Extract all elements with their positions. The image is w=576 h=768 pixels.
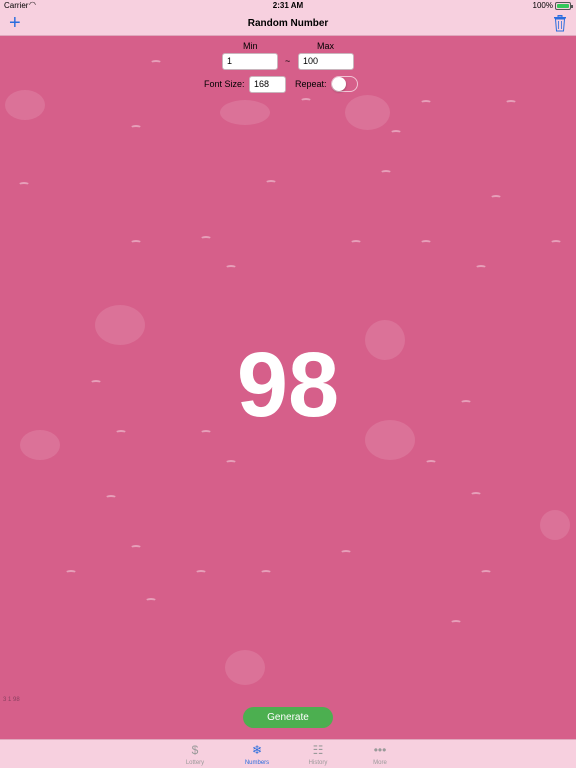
page-title: Random Number bbox=[247, 18, 329, 29]
range-controls: Min Max 1 ~ 100 Font Size: 168 Repeat: bbox=[0, 36, 576, 96]
random-number-display: 98 bbox=[236, 334, 340, 436]
tab-label: History bbox=[308, 760, 328, 766]
tab-history[interactable]: ☷ History bbox=[288, 740, 348, 768]
tab-lottery[interactable]: $ Lottery bbox=[165, 740, 225, 768]
font-size-label: Font Size: bbox=[204, 79, 245, 89]
min-label: Min bbox=[243, 41, 258, 51]
clock-label: 2:31 AM bbox=[272, 1, 304, 10]
min-input[interactable]: 1 bbox=[222, 53, 278, 70]
tab-more[interactable]: ••• More bbox=[350, 740, 410, 768]
max-label: Max bbox=[317, 41, 335, 51]
dollar-icon: $ bbox=[191, 743, 199, 757]
max-input[interactable]: 100 bbox=[298, 53, 354, 70]
battery-percent: 100% bbox=[532, 1, 553, 10]
tab-bar: $ Lottery ❄ Numbers ☷ History ••• More bbox=[0, 739, 576, 768]
trash-icon[interactable] bbox=[553, 15, 567, 32]
tab-label: Lottery bbox=[185, 760, 205, 766]
repeat-toggle[interactable] bbox=[331, 76, 358, 92]
debug-text: 3 1 98 bbox=[3, 697, 20, 703]
range-separator: ~ bbox=[285, 56, 291, 66]
battery-icon bbox=[555, 2, 573, 10]
snowflake-icon: ❄ bbox=[251, 743, 263, 757]
generate-button[interactable]: Generate bbox=[243, 707, 333, 728]
document-icon: ☷ bbox=[312, 743, 324, 757]
tab-label: More bbox=[373, 760, 387, 766]
status-bar: Carrier ◠ 2:31 AM 100% bbox=[0, 0, 576, 12]
tab-numbers[interactable]: ❄ Numbers bbox=[227, 740, 287, 768]
font-size-input[interactable]: 168 bbox=[249, 76, 286, 93]
navigation-bar: + Random Number bbox=[0, 12, 576, 36]
more-dots-icon: ••• bbox=[373, 743, 387, 757]
tab-label: Numbers bbox=[244, 760, 270, 766]
repeat-label: Repeat: bbox=[295, 79, 327, 89]
